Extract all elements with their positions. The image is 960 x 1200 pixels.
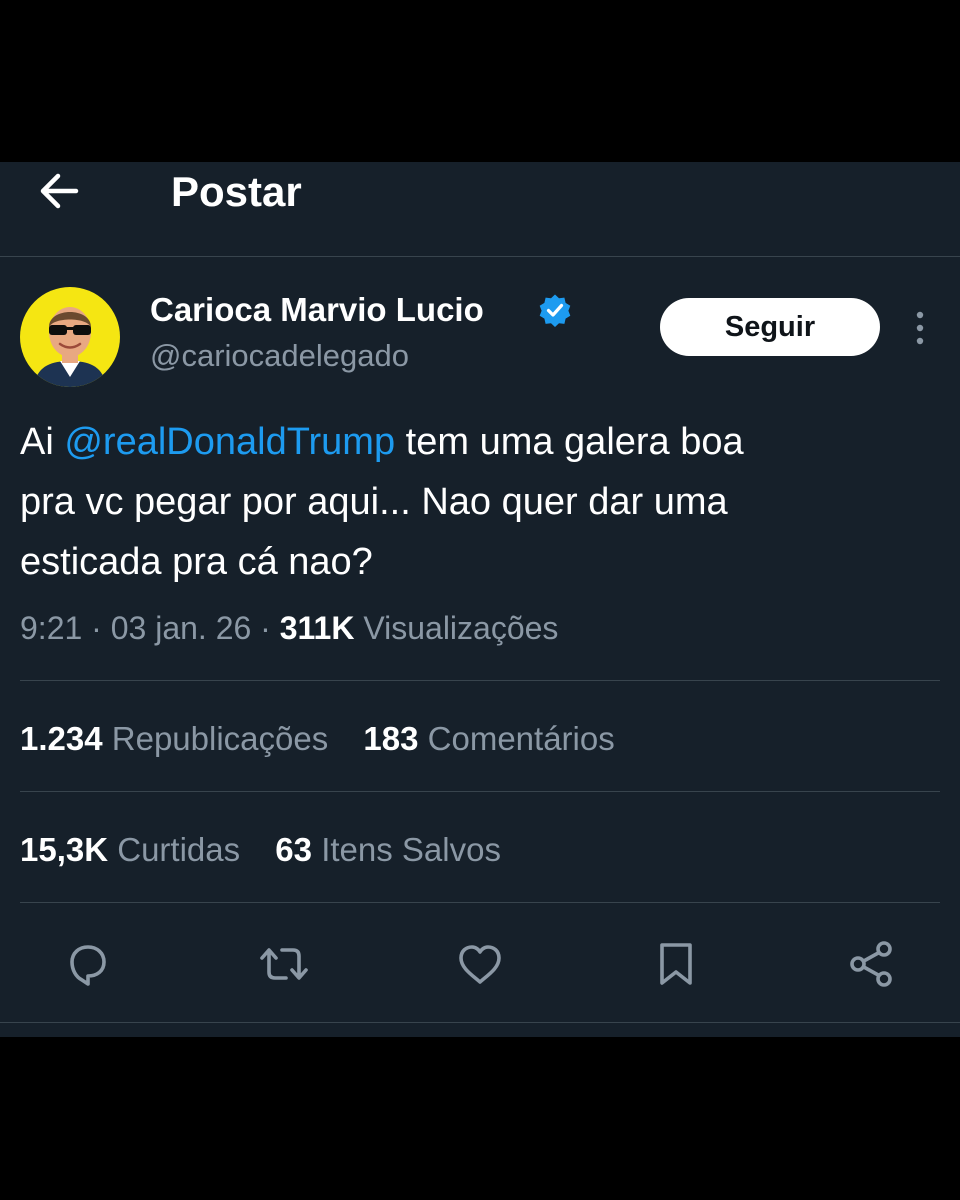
repost-icon xyxy=(260,948,308,980)
meta-separator: · xyxy=(91,610,102,646)
arrow-left-icon[interactable] xyxy=(36,166,86,216)
meta-separator: · xyxy=(260,610,271,646)
views-label: Visualizações xyxy=(363,610,559,646)
post-date[interactable]: 03 jan. 26 xyxy=(111,610,252,646)
tweet-text-segment: tem uma galera boa xyxy=(395,421,744,463)
share-button[interactable] xyxy=(846,938,898,990)
saves-stat[interactable]: 63 Itens Salvos xyxy=(275,831,501,868)
divider xyxy=(0,1022,960,1023)
comments-stat[interactable]: 183 Comentários xyxy=(363,720,614,757)
post-time[interactable]: 9:21 xyxy=(20,610,82,646)
likes-count: 15,3K xyxy=(20,831,109,868)
likes-label: Curtidas xyxy=(117,831,241,868)
more-options-icon[interactable] xyxy=(908,308,932,348)
divider xyxy=(20,902,940,903)
likes-stat[interactable]: 15,3K Curtidas xyxy=(20,831,240,868)
reply-button[interactable] xyxy=(62,938,114,990)
verified-badge-icon xyxy=(539,294,571,327)
comments-count: 183 xyxy=(363,720,419,757)
saves-label: Itens Salvos xyxy=(321,831,501,868)
page-title: Postar xyxy=(171,168,302,215)
views-count: 311K xyxy=(279,610,355,646)
divider xyxy=(20,680,940,681)
stats-row-1: 1.234 Republicações 183 Comentários xyxy=(20,719,615,759)
reply-icon xyxy=(70,945,106,986)
reposts-stat[interactable]: 1.234 Republicações xyxy=(20,720,328,757)
tweet-text-segment: Ai xyxy=(20,421,65,463)
tweet-line: esticada pra cá nao? xyxy=(20,541,373,583)
like-button[interactable] xyxy=(454,938,506,990)
bookmark-button[interactable] xyxy=(650,938,702,990)
mention-link[interactable]: @realDonaldTrump xyxy=(64,421,395,463)
stats-row-2: 15,3K Curtidas 63 Itens Salvos xyxy=(20,830,501,870)
reposts-count: 1.234 xyxy=(20,720,103,757)
author-name[interactable]: Carioca Marvio Lucio xyxy=(150,290,484,330)
post-screen: Postar Carioca Marvio Lucio @cariocadele… xyxy=(0,162,960,1037)
comments-label: Comentários xyxy=(427,720,615,757)
avatar[interactable] xyxy=(20,287,120,387)
divider xyxy=(20,791,940,792)
top-bar: Postar xyxy=(0,162,960,257)
share-icon xyxy=(850,941,892,987)
follow-button[interactable]: Seguir xyxy=(660,298,880,356)
tweet-meta: 9:21 · 03 jan. 26 · 311K Visualizações xyxy=(20,608,558,648)
like-icon xyxy=(459,945,501,984)
author-handle[interactable]: @cariocadelegado xyxy=(150,337,409,375)
saves-count: 63 xyxy=(275,831,313,868)
tweet-line: pra vc pegar por aqui... Nao quer dar um… xyxy=(20,481,728,523)
tweet-text: Ai @realDonaldTrump tem uma galera boa p… xyxy=(20,412,940,592)
tweet-line: Ai @realDonaldTrump tem uma galera boa xyxy=(20,412,940,472)
reposts-label: Republicações xyxy=(111,720,329,757)
bookmark-icon xyxy=(660,943,692,985)
repost-button[interactable] xyxy=(258,938,310,990)
